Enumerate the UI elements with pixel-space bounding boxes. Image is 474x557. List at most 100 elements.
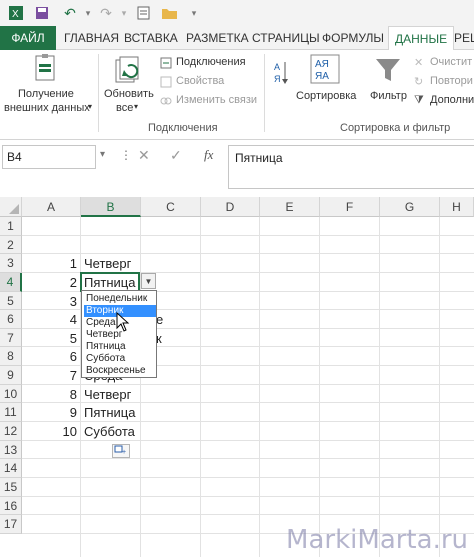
chevron-down-icon[interactable]: ▾ (88, 102, 92, 111)
cell-a8[interactable]: 6 (22, 347, 80, 366)
row-header[interactable]: 7 (0, 329, 22, 347)
cell-a7[interactable]: 5 (22, 329, 80, 348)
cell-a5[interactable]: 3 (22, 292, 80, 311)
advanced-filter-button[interactable]: Дополни (430, 94, 474, 106)
svg-text:+: + (122, 449, 126, 455)
column-header-b[interactable]: B (81, 197, 141, 217)
dropdown-option[interactable]: Пятница (84, 341, 156, 353)
get-external-data-icon[interactable] (32, 54, 60, 89)
refresh-all-label-1[interactable]: Обновить (104, 88, 154, 100)
row-header[interactable]: 2 (0, 236, 22, 254)
svg-text:A: A (274, 62, 280, 72)
redo-icon[interactable]: ↷ (96, 3, 116, 23)
row-header[interactable]: 3 (0, 254, 22, 273)
properties-button[interactable]: Свойства (176, 75, 224, 87)
refresh-all-icon[interactable] (112, 56, 144, 91)
cell-a3[interactable]: 1 (22, 254, 80, 273)
save-icon[interactable] (32, 3, 52, 23)
tab-insert[interactable]: ВСТАВКА (118, 26, 184, 50)
row-header[interactable]: 17 (0, 515, 22, 534)
cell-b12[interactable]: Суббота (81, 422, 135, 441)
undo-icon[interactable]: ↶ (60, 3, 80, 23)
select-all-corner[interactable] (0, 197, 22, 217)
column-header-c[interactable]: C (141, 197, 201, 217)
more-icon: ⋮ (120, 148, 132, 162)
get-external-data-label-2[interactable]: внешних данных (4, 102, 90, 114)
row-header[interactable]: 10 (0, 385, 22, 403)
reapply-filter-icon[interactable]: ↻ (414, 75, 423, 88)
connections-button[interactable]: Подключения (176, 56, 246, 68)
tab-review[interactable]: РЕЦ (448, 26, 474, 50)
row-header[interactable]: 15 (0, 478, 22, 497)
cell-a10[interactable]: 8 (22, 385, 80, 404)
dropdown-option[interactable]: Воскресенье (84, 365, 156, 377)
column-header-f[interactable]: F (320, 197, 380, 217)
enter-check-icon[interactable]: ✓ (170, 147, 182, 164)
row-header[interactable]: 9 (0, 366, 22, 385)
column-header-g[interactable]: G (380, 197, 440, 217)
edit-links-button[interactable]: Изменить связи (176, 94, 257, 106)
column-header-e[interactable]: E (260, 197, 320, 217)
column-header-a[interactable]: A (22, 197, 81, 217)
row-header[interactable]: 12 (0, 422, 22, 441)
cell-b3[interactable]: Четверг (81, 254, 131, 273)
row-header[interactable]: 13 (0, 441, 22, 459)
cell-a12[interactable]: 10 (22, 422, 80, 441)
row-header[interactable]: 4 (0, 273, 22, 292)
undo-dropdown-icon[interactable]: ▾ (78, 3, 98, 23)
row-header[interactable]: 16 (0, 497, 22, 515)
name-box-dropdown-icon[interactable]: ▾ (100, 149, 105, 160)
cell-a6[interactable]: 4 (22, 310, 80, 329)
formula-input[interactable]: Пятница (228, 145, 474, 189)
row-header[interactable]: 1 (0, 217, 22, 236)
clear-filter-button[interactable]: Очистит (430, 56, 472, 68)
connections-icon[interactable] (160, 56, 172, 74)
dropdown-option[interactable]: Суббота (84, 353, 156, 365)
sort-filter-group-label: Сортировка и фильтр (340, 122, 451, 134)
column-header-d[interactable]: D (201, 197, 260, 217)
tab-formulas[interactable]: ФОРМУЛЫ (316, 26, 390, 50)
clear-filter-icon[interactable]: ✕ (414, 56, 423, 69)
auto-fill-options-icon[interactable]: + (112, 444, 130, 458)
sort-button[interactable]: Сортировка (296, 90, 356, 102)
tab-data[interactable]: ДАННЫЕ (388, 26, 455, 51)
refresh-all-label-2[interactable]: все (116, 102, 133, 114)
sort-dialog-icon[interactable]: АЯ ЯА (310, 54, 340, 89)
row-header[interactable]: 5 (0, 292, 22, 310)
chevron-down-icon[interactable]: ▾ (134, 102, 138, 111)
row-header[interactable]: 6 (0, 310, 22, 329)
svg-text:АЯ: АЯ (315, 59, 329, 70)
column-header-h[interactable]: H (440, 197, 474, 217)
customize-toolbar-icon[interactable]: ▾ (184, 3, 204, 23)
cell-a9[interactable]: 7 (22, 366, 80, 385)
row-header[interactable]: 14 (0, 459, 22, 478)
row-header[interactable]: 11 (0, 403, 22, 422)
cell-a11[interactable]: 9 (22, 403, 80, 422)
dropdown-option[interactable]: Понедельник (84, 293, 156, 305)
get-external-data-label-1[interactable]: Получение (18, 88, 74, 100)
filter-button[interactable]: Фильтр (370, 90, 407, 102)
cell-b11[interactable]: Пятница (81, 403, 135, 422)
advanced-filter-icon[interactable]: ⧩ (414, 94, 424, 107)
connections-group-label: Подключения (148, 122, 218, 134)
tab-file[interactable]: ФАЙЛ (0, 26, 56, 50)
name-box[interactable]: B4 (2, 145, 96, 169)
print-preview-icon[interactable] (134, 3, 154, 23)
excel-logo-icon: X (6, 3, 26, 23)
filter-funnel-icon[interactable] (374, 56, 402, 89)
validation-dropdown-button[interactable]: ▼ (141, 273, 156, 289)
properties-icon[interactable] (160, 75, 172, 93)
reapply-filter-button[interactable]: Повтори (430, 75, 473, 87)
open-folder-icon[interactable] (160, 3, 180, 23)
insert-function-icon[interactable]: fx (204, 147, 213, 163)
cell-b10[interactable]: Четверг (81, 385, 131, 404)
sort-az-icon[interactable]: AЯ (274, 60, 288, 91)
redo-dropdown-icon[interactable]: ▾ (114, 3, 134, 23)
row-header[interactable]: 8 (0, 347, 22, 366)
cell-a4[interactable]: 2 (22, 273, 80, 292)
tab-page-layout[interactable]: РАЗМЕТКА СТРАНИЦЫ (180, 26, 326, 50)
edit-links-icon[interactable] (160, 94, 172, 112)
cancel-icon[interactable]: ✕ (138, 147, 150, 164)
svg-text:Я: Я (274, 74, 281, 84)
tab-home[interactable]: ГЛАВНАЯ (58, 26, 125, 50)
